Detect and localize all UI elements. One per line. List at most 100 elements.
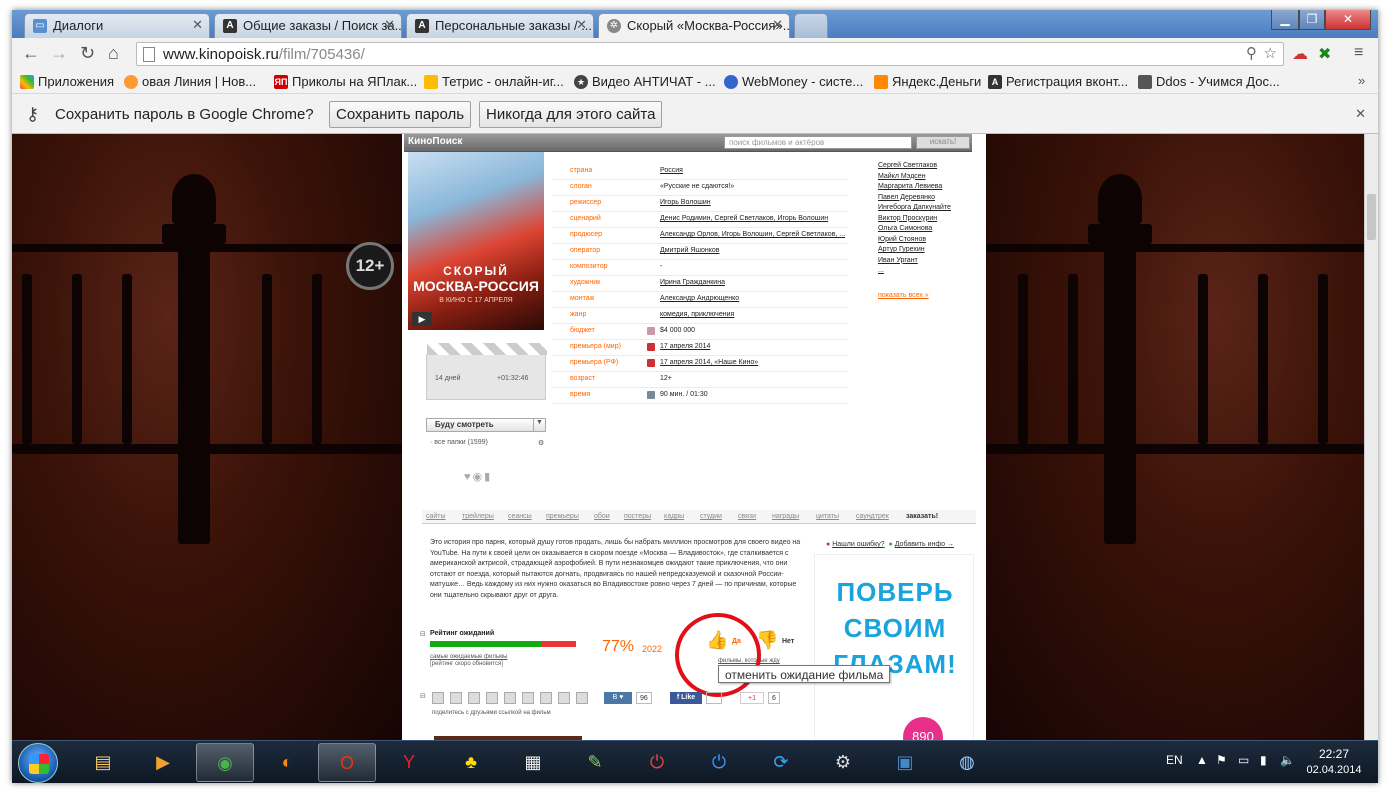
clock-time[interactable]: 22:27 xyxy=(1304,747,1364,761)
play-trailer-icon[interactable]: ▶ xyxy=(412,312,432,326)
cast-member-link[interactable]: Виктор Проскурин xyxy=(878,215,968,226)
tab-close-icon[interactable]: ✕ xyxy=(772,17,783,33)
game-taskbar-icon[interactable]: ♣ xyxy=(442,743,500,782)
cast-member-link[interactable]: Маргарита Левиева xyxy=(878,183,968,194)
save-password-button[interactable]: Сохранить пароль xyxy=(329,101,472,128)
explorer-taskbar-icon[interactable]: ▤ xyxy=(74,743,132,782)
collapse-icon[interactable]: ⊟ xyxy=(420,630,426,638)
search-icon[interactable]: ⚲ xyxy=(1246,44,1257,62)
vote-no-label[interactable]: Нет xyxy=(782,638,794,645)
steam-taskbar-icon[interactable]: ⚙ xyxy=(814,743,872,782)
menu-item-1[interactable]: трейлеры xyxy=(462,513,494,520)
menu-item-2[interactable]: сеансы xyxy=(508,513,532,520)
firefox-taskbar-icon[interactable]: ◐ xyxy=(258,743,316,782)
menu-item-3[interactable]: премьеры xyxy=(546,513,579,520)
eye-icon[interactable]: ◉ xyxy=(473,471,485,483)
info-value[interactable]: Игорь Волошин xyxy=(660,199,711,206)
cast-member-link[interactable]: Юрий Стоянов xyxy=(878,236,968,247)
add-info-link[interactable]: Добавить инфо → xyxy=(895,541,954,548)
cast-member-link[interactable]: Артур Гурехин xyxy=(878,246,968,257)
close-window-button[interactable]: ✕ xyxy=(1325,10,1371,30)
settings-icon[interactable]: ⚙ xyxy=(538,439,544,447)
start-button[interactable] xyxy=(18,743,58,783)
heart-icon[interactable]: ♥ xyxy=(464,471,473,483)
cast-member-link[interactable]: Павел Деревянко xyxy=(878,194,968,205)
power-app-taskbar-icon[interactable]: ⏻ xyxy=(628,743,686,782)
address-bar[interactable]: www.kinopoisk.ru/film/705436/ ⚲ ☆ xyxy=(136,42,1284,66)
bookmark-apps[interactable]: Приложения xyxy=(20,74,114,89)
volume-icon[interactable]: 🔈 xyxy=(1280,753,1295,767)
cast-member-link[interactable]: Сергей Светлаков xyxy=(878,162,968,173)
home-icon[interactable]: ⌂ xyxy=(108,43,119,64)
share-icon[interactable] xyxy=(504,692,516,704)
vertical-scrollbar[interactable] xyxy=(1364,134,1378,740)
menu-item-11[interactable]: саундтрек xyxy=(856,513,889,520)
info-value[interactable]: 17 апреля 2014, «Наше Кино» xyxy=(660,359,758,366)
login-extension-icon[interactable]: ✖ xyxy=(1318,44,1331,64)
info-value[interactable]: комедия, приключения xyxy=(660,311,734,318)
share-icon[interactable] xyxy=(450,692,462,704)
info-value[interactable]: Александр Андрющенко xyxy=(660,295,739,302)
back-icon[interactable]: ← xyxy=(22,43,40,64)
menu-item-12[interactable]: заказать! xyxy=(906,513,938,520)
gplus-extension-icon[interactable]: ☁ xyxy=(1292,44,1308,64)
share-icon[interactable] xyxy=(522,692,534,704)
cast-member-link[interactable]: Ольга Симонова xyxy=(878,225,968,236)
menu-item-7[interactable]: студии xyxy=(700,513,722,520)
info-value[interactable]: Россия xyxy=(660,167,683,174)
film-search-button[interactable]: искать! xyxy=(916,136,970,149)
close-infobar-icon[interactable]: ✕ xyxy=(1355,106,1366,122)
share-icon[interactable] xyxy=(468,692,480,704)
most-awaited-link[interactable]: самые ожидаемые фильмы xyxy=(430,654,507,660)
cast-member-link[interactable]: ... xyxy=(878,267,968,278)
language-indicator[interactable]: EN xyxy=(1166,753,1183,767)
clock-date[interactable]: 02.04.2014 xyxy=(1304,764,1364,776)
folders-link[interactable]: · все папки (1599) ⚙ xyxy=(430,439,544,447)
network-icon[interactable]: ▭ xyxy=(1238,753,1249,767)
menu-icon[interactable]: ≡ xyxy=(1354,44,1363,62)
forward-icon[interactable]: → xyxy=(50,43,68,64)
info-value[interactable]: Александр Орлов, Игорь Волошин, Сергей С… xyxy=(660,231,845,238)
info-value[interactable]: Денис Родимин, Сергей Светлаков, Игорь В… xyxy=(660,215,828,222)
bookmark-item[interactable]: ★ Видео АНТИЧАТ - ... xyxy=(574,74,716,89)
tab-general-orders[interactable]: A Общие заказы / Поиск за... ✕ xyxy=(214,13,402,38)
kinopoisk-logo[interactable]: КиноПоиск xyxy=(408,136,462,147)
advertisement-banner[interactable]: ПОВЕРЬ СВОИМ ГЛАЗАМ! 890 xyxy=(814,554,974,740)
tray-expand-icon[interactable]: ▲ xyxy=(1196,753,1208,767)
share-icon[interactable] xyxy=(558,692,570,704)
paint-taskbar-icon[interactable]: ▦ xyxy=(504,743,562,782)
chevron-down-icon[interactable]: ▼ xyxy=(533,419,545,431)
info-value[interactable]: 17 апреля 2014 xyxy=(660,343,710,350)
watch-list-select[interactable]: Буду смотреть ▼ xyxy=(426,418,546,432)
tab-movie[interactable]: ✲ Скорый «Москва-Россия»... ✕ xyxy=(598,13,790,39)
star-icon[interactable]: ☆ xyxy=(1264,44,1277,62)
bookmark-item[interactable]: Яндекс.Деньги xyxy=(874,74,981,89)
info-value[interactable]: Ирина Гражданкина xyxy=(660,279,725,286)
opera-taskbar-icon[interactable]: O xyxy=(318,743,376,782)
battery-icon[interactable]: ▮ xyxy=(1260,753,1267,767)
bookmark-item[interactable]: A Регистрация вконт... xyxy=(988,74,1128,89)
media-player-taskbar-icon[interactable]: ▶ xyxy=(134,743,192,782)
power-settings-taskbar-icon[interactable]: ⏻ xyxy=(690,743,748,782)
tab-close-icon[interactable]: ✕ xyxy=(192,17,203,33)
bookmark-item[interactable]: ЯП Приколы на ЯПлак... xyxy=(274,74,417,89)
bookmark-item[interactable]: овая Линия | Нов... xyxy=(124,74,256,89)
share-icon[interactable] xyxy=(540,692,552,704)
vk-share-button[interactable]: В ♥ xyxy=(604,692,632,704)
chrome-taskbar-icon[interactable]: ◉ xyxy=(196,743,254,782)
reload-icon[interactable]: ↻ xyxy=(80,43,95,64)
bookmark-item[interactable]: WebMoney - систе... xyxy=(724,74,863,89)
floppy-taskbar-icon[interactable]: ▣ xyxy=(876,743,934,782)
menu-item-0[interactable]: сайты xyxy=(426,513,446,520)
bookmark-item[interactable]: Тетрис - онлайн-иг... xyxy=(424,74,564,89)
tab-close-icon[interactable]: ✕ xyxy=(576,17,587,33)
menu-item-5[interactable]: постеры xyxy=(624,513,651,520)
flag-icon[interactable]: ⚑ xyxy=(1216,753,1227,767)
minimize-button[interactable]: ▁ xyxy=(1271,10,1299,30)
menu-item-6[interactable]: кадры xyxy=(664,513,684,520)
collapse-icon[interactable]: ⊟ xyxy=(420,692,426,700)
facebook-like-button[interactable]: f Like xyxy=(670,692,702,704)
menu-item-10[interactable]: цитаты xyxy=(816,513,839,520)
menu-item-9[interactable]: награды xyxy=(772,513,799,520)
cast-member-link[interactable]: Майкл Мэдсен xyxy=(878,173,968,184)
